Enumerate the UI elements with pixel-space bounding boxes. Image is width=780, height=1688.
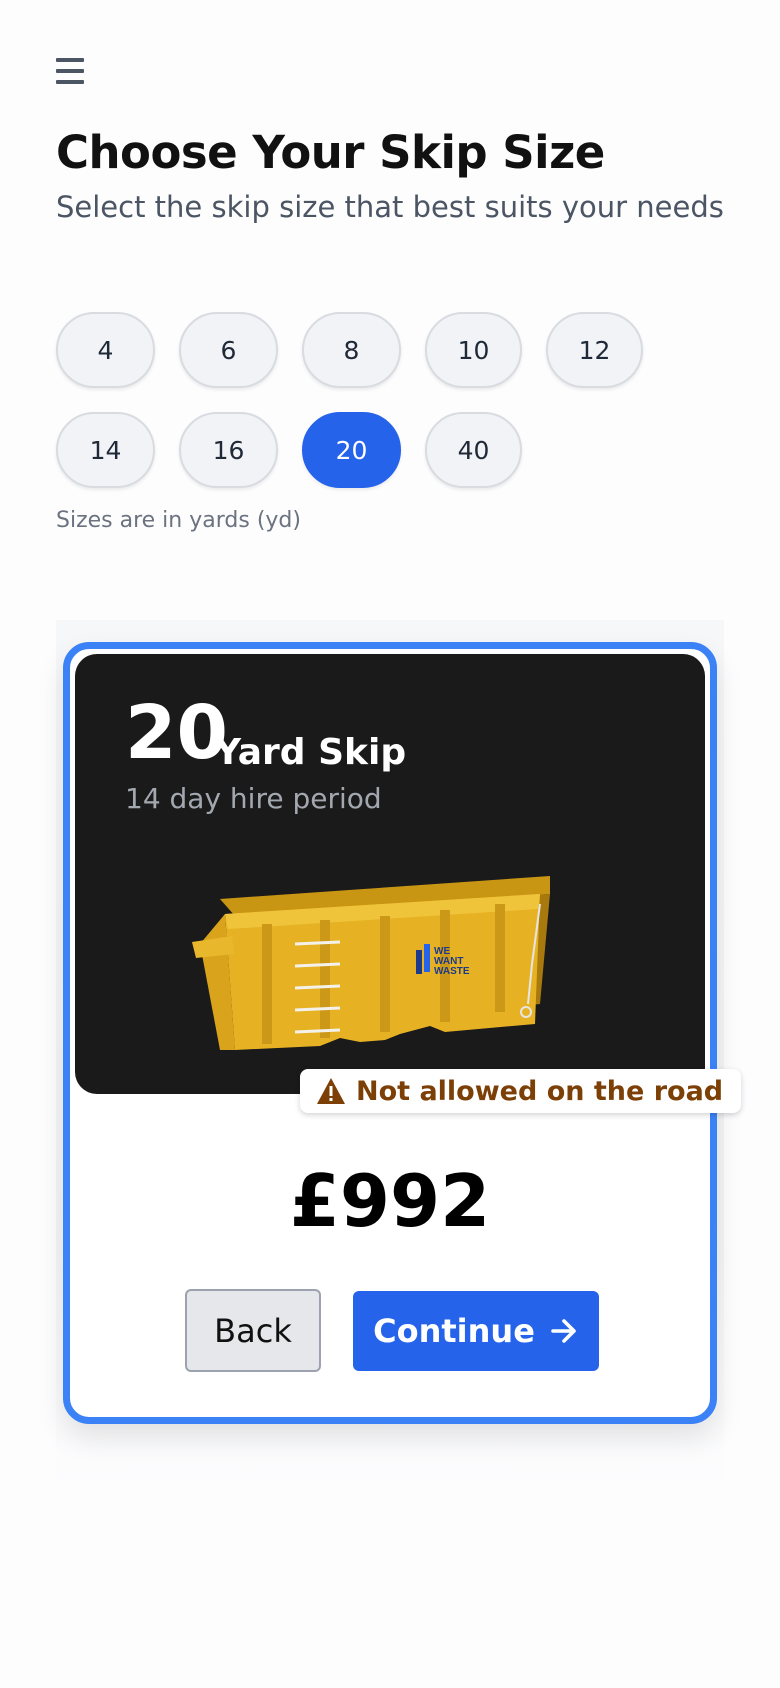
size-option-14[interactable]: 14: [56, 412, 155, 488]
skip-price: £992: [289, 1159, 491, 1243]
continue-button[interactable]: Continue: [353, 1291, 599, 1371]
page: Choose Your Skip Size Select the skip si…: [0, 0, 780, 1688]
size-option-4[interactable]: 4: [56, 312, 155, 388]
menu-bar: [56, 58, 84, 62]
arrow-right-icon: [551, 1319, 576, 1343]
back-button[interactable]: Back: [185, 1289, 321, 1372]
size-row-1: 4 6 8 10 12: [56, 312, 676, 388]
size-option-10[interactable]: 10: [425, 312, 522, 388]
warning-text: Not allowed on the road: [356, 1075, 724, 1107]
size-selector: 4 6 8 10 12 14 16 20 40: [56, 312, 676, 512]
size-option-8[interactable]: 8: [302, 312, 401, 388]
page-subtitle: Select the skip size that best suits you…: [56, 190, 724, 224]
skip-yard-label: Yard Skip: [215, 732, 407, 773]
continue-label: Continue: [373, 1312, 535, 1350]
hire-period: 14 day hire period: [125, 782, 382, 815]
hamburger-menu-icon[interactable]: [56, 56, 86, 86]
warning-triangle-icon: [317, 1078, 345, 1104]
size-option-6[interactable]: 6: [179, 312, 278, 388]
size-row-2: 14 16 20 40: [56, 412, 676, 488]
size-option-12[interactable]: 12: [546, 312, 643, 388]
skip-yard-number: 20: [125, 690, 228, 776]
road-warning-badge: Not allowed on the road: [300, 1069, 742, 1113]
size-option-20-selected[interactable]: 20: [302, 412, 401, 488]
svg-text:WASTE: WASTE: [434, 966, 470, 977]
skip-details-card: 20 Yard Skip 14 day hire period WE WANT …: [63, 642, 742, 1424]
menu-bar: [56, 80, 84, 84]
size-option-40[interactable]: 40: [425, 412, 522, 488]
skip-card-media: 20 Yard Skip 14 day hire period WE WANT …: [75, 654, 705, 1094]
size-unit-note: Sizes are in yards (yd): [56, 508, 301, 533]
page-title: Choose Your Skip Size: [56, 126, 605, 179]
size-option-16[interactable]: 16: [179, 412, 278, 488]
skip-image: WE WANT WASTE: [192, 876, 550, 1050]
menu-bar: [56, 69, 84, 73]
